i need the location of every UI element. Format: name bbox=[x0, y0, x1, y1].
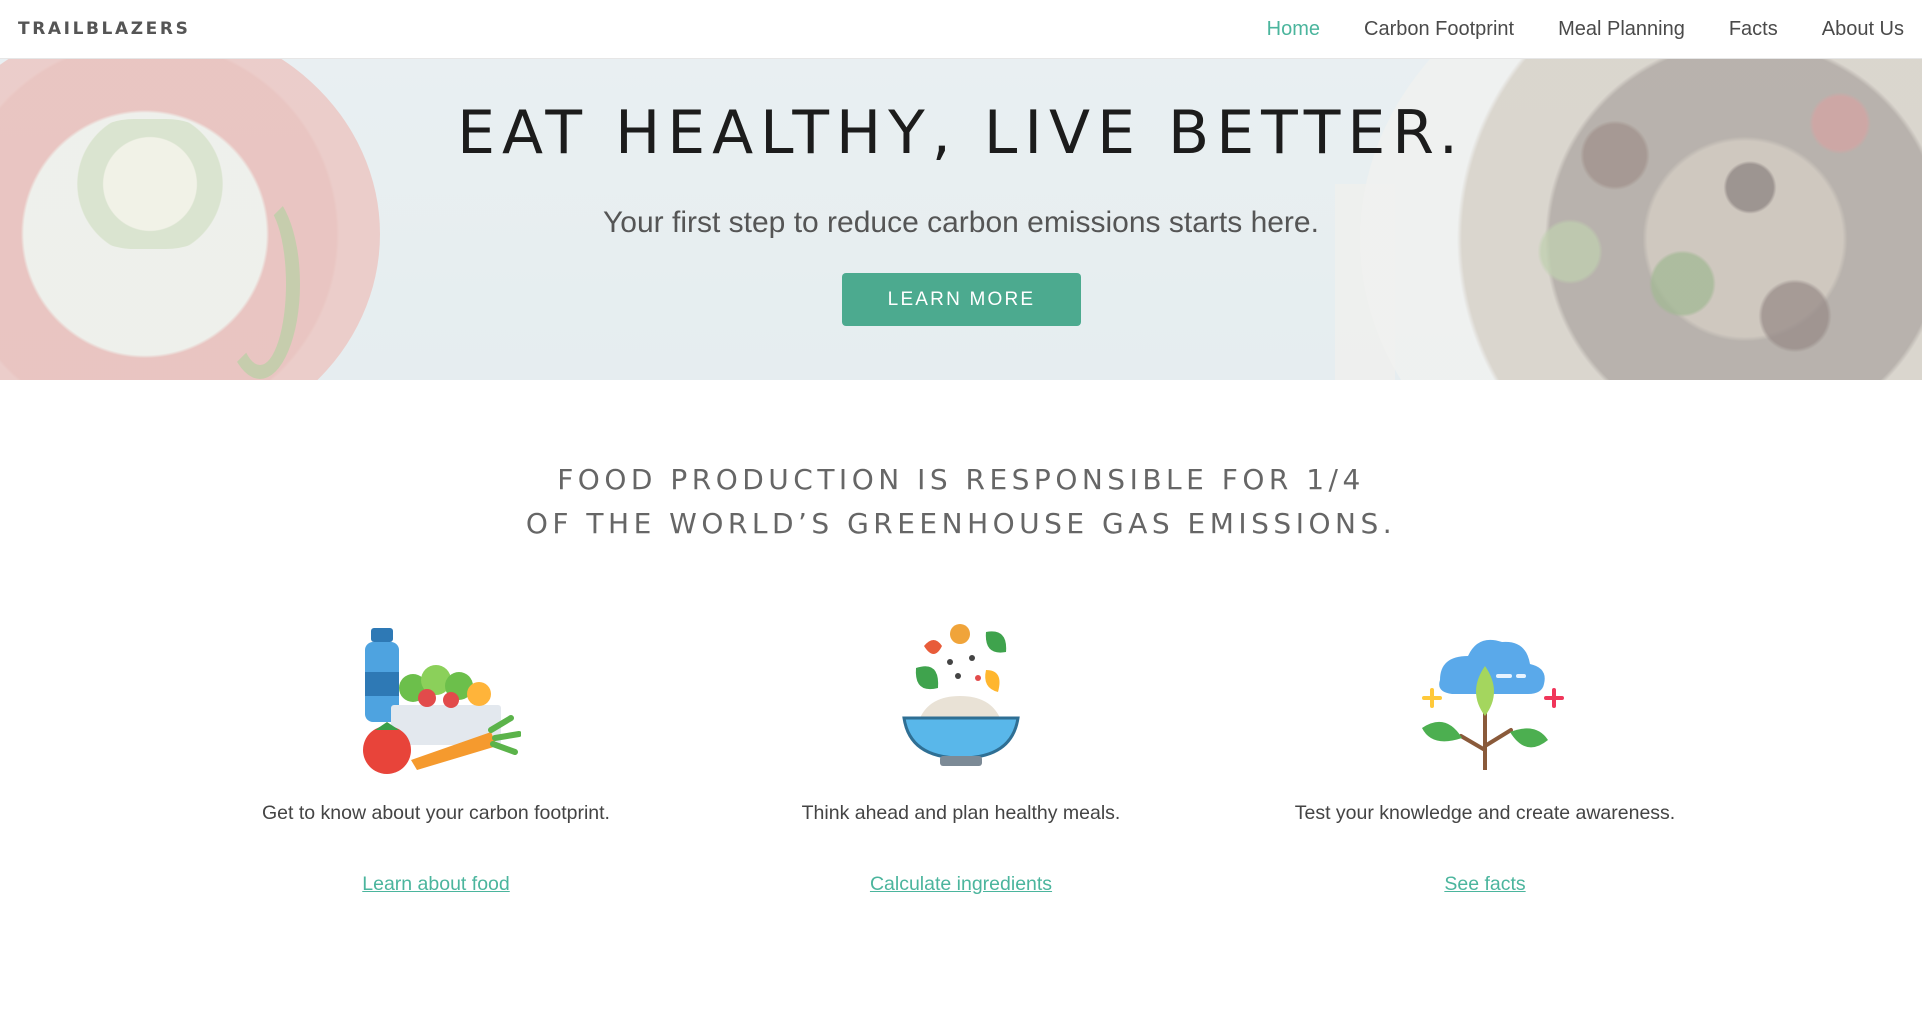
nav-link-meal-planning[interactable]: Meal Planning bbox=[1558, 18, 1685, 41]
growing-plant-icon bbox=[1422, 639, 1564, 770]
learn-about-food-link[interactable]: Learn about food bbox=[362, 873, 509, 896]
feature-carbon-footprint: Get to know about your carbon footprint.… bbox=[196, 620, 676, 896]
salad-bowl-icon bbox=[902, 624, 1020, 766]
brand-logo[interactable]: TRAILBLAZERS bbox=[18, 19, 190, 39]
feature-text: Get to know about your carbon footprint. bbox=[262, 802, 610, 824]
feature-facts: Test your knowledge and create awareness… bbox=[1245, 620, 1725, 896]
feature-text: Test your knowledge and create awareness… bbox=[1294, 802, 1676, 824]
nav-link-facts[interactable]: Facts bbox=[1729, 18, 1778, 41]
statement-line-1: FOOD PRODUCTION IS RESPONSIBLE FOR 1/4 bbox=[557, 463, 1365, 496]
navbar: TRAILBLAZERS Home Carbon Footprint Meal … bbox=[0, 0, 1922, 59]
statement-line-2: OF THE WORLD’S GREENHOUSE GAS EMISSIONS. bbox=[525, 507, 1397, 540]
hero-title: EAT HEALTHY, LIVE BETTER. bbox=[457, 98, 1465, 168]
nav-link-home[interactable]: Home bbox=[1267, 18, 1320, 41]
learn-more-button[interactable]: LEARN MORE bbox=[842, 273, 1081, 326]
nav-link-carbon-footprint[interactable]: Carbon Footprint bbox=[1364, 18, 1514, 41]
feature-text: Think ahead and plan healthy meals. bbox=[801, 802, 1121, 824]
emissions-statement: FOOD PRODUCTION IS RESPONSIBLE FOR 1/4 O… bbox=[0, 458, 1922, 546]
hero-subtitle: Your first step to reduce carbon emissio… bbox=[603, 206, 1319, 239]
nav-links: Home Carbon Footprint Meal Planning Fact… bbox=[1223, 18, 1904, 41]
feature-meal-planning: Think ahead and plan healthy meals. Calc… bbox=[721, 620, 1201, 896]
groceries-icon bbox=[363, 628, 521, 774]
see-facts-link[interactable]: See facts bbox=[1444, 873, 1525, 896]
nav-link-about-us[interactable]: About Us bbox=[1822, 18, 1904, 41]
calculate-ingredients-link[interactable]: Calculate ingredients bbox=[870, 873, 1052, 896]
